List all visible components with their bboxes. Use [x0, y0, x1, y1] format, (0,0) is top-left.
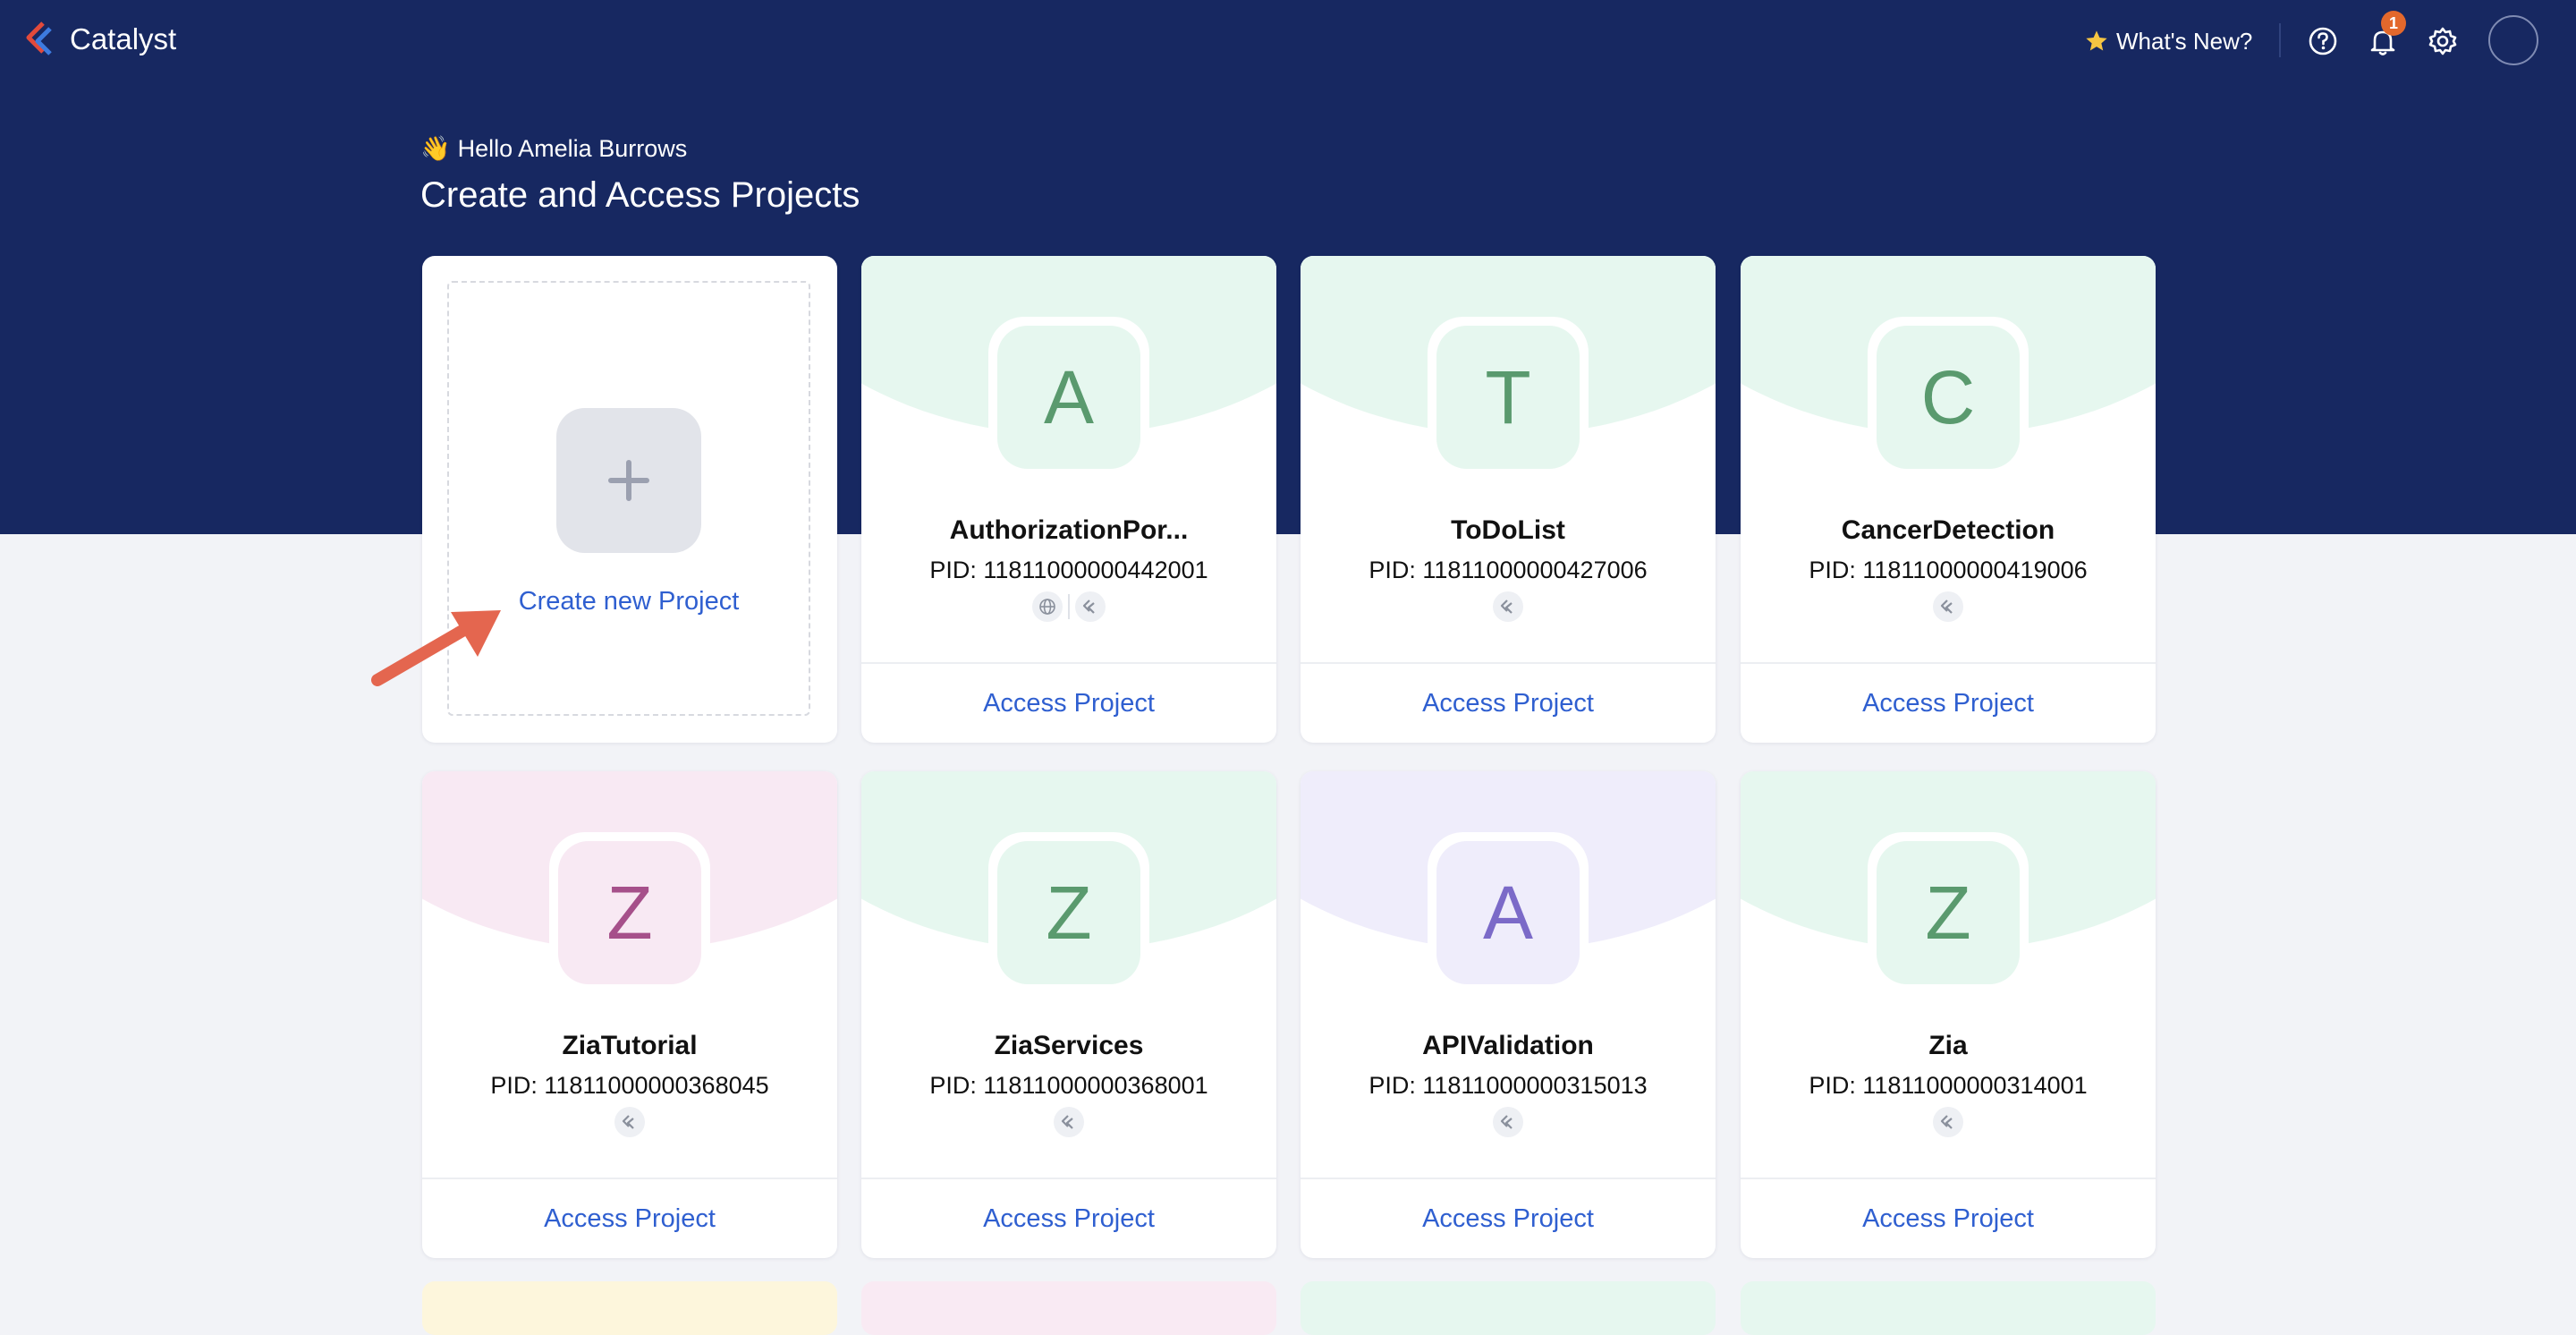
catalyst-icon [1933, 591, 1963, 622]
access-project-link[interactable]: Access Project [544, 1204, 716, 1234]
project-pid: PID: 11811000000368001 [929, 1072, 1208, 1099]
project-name: APIValidation [1422, 1031, 1594, 1060]
project-initial: Z [997, 841, 1140, 984]
project-pid: PID: 11811000000368045 [490, 1072, 769, 1099]
project-initial: T [1436, 326, 1580, 469]
access-project-link[interactable]: Access Project [983, 1204, 1155, 1234]
badge-divider [1068, 594, 1070, 619]
project-card-partial[interactable] [1741, 1281, 2156, 1335]
card-footer: Access Project [1741, 1178, 2156, 1258]
avatar[interactable] [2488, 15, 2538, 65]
star-icon [2086, 30, 2107, 51]
greeting-text: Hello Amelia Burrows [457, 135, 688, 162]
project-card: Z Zia PID: 11811000000314001 Access Proj… [1741, 771, 2156, 1258]
project-service-badges [1301, 589, 1716, 625]
project-service-badges [1301, 1104, 1716, 1140]
project-card: C CancerDetection PID: 11811000000419006… [1741, 256, 2156, 743]
project-initial: C [1877, 326, 2020, 469]
page-title: Create and Access Projects [420, 175, 860, 215]
project-name: CancerDetection [1841, 515, 2055, 545]
card-footer: Access Project [861, 1178, 1276, 1258]
project-name: Zia [1928, 1031, 1968, 1060]
greeting: 👋 Hello Amelia Burrows [420, 131, 687, 166]
project-name: AuthorizationPor... [949, 515, 1189, 545]
project-card-partial[interactable] [422, 1281, 837, 1335]
project-pid: PID: 11811000000419006 [1809, 557, 2088, 583]
catalyst-icon [614, 1107, 645, 1137]
project-avatar-tile: A [988, 317, 1149, 478]
project-card-partial[interactable] [861, 1281, 1276, 1335]
project-card: T ToDoList PID: 11811000000427006 Access… [1301, 256, 1716, 743]
project-initial: A [997, 326, 1140, 469]
project-card: Z ZiaServices PID: 11811000000368001 Acc… [861, 771, 1276, 1258]
project-service-badges [1741, 1104, 2156, 1140]
project-card-partial[interactable] [1301, 1281, 1716, 1335]
project-pid: PID: 11811000000315013 [1368, 1072, 1648, 1099]
project-initial: Z [558, 841, 701, 984]
notification-badge: 1 [2381, 11, 2406, 36]
project-name: ToDoList [1451, 515, 1565, 545]
topbar-divider [2279, 23, 2281, 57]
gear-icon[interactable] [2426, 24, 2460, 58]
globe-icon [1032, 591, 1063, 622]
card-footer: Access Project [861, 662, 1276, 743]
project-card: Z ZiaTutorial PID: 11811000000368045 Acc… [422, 771, 837, 1258]
annotation-arrow-icon [371, 610, 501, 686]
catalyst-icon [1493, 591, 1523, 622]
access-project-link[interactable]: Access Project [983, 689, 1155, 719]
catalyst-icon [1933, 1107, 1963, 1137]
project-initial: A [1436, 841, 1580, 984]
brand-name: Catalyst [70, 22, 177, 55]
project-service-badges [422, 1104, 837, 1140]
project-pid: PID: 11811000000442001 [929, 557, 1208, 583]
card-footer: Access Project [1301, 1178, 1716, 1258]
project-avatar-tile: Z [1868, 832, 2029, 993]
project-name: ZiaServices [994, 1031, 1144, 1060]
plus-icon [608, 460, 649, 501]
project-card: A APIValidation PID: 11811000000315013 A… [1301, 771, 1716, 1258]
catalyst-icon [1075, 591, 1106, 622]
project-pid: PID: 11811000000427006 [1368, 557, 1648, 583]
access-project-link[interactable]: Access Project [1422, 1204, 1594, 1234]
access-project-link[interactable]: Access Project [1862, 689, 2034, 719]
project-avatar-tile: A [1428, 832, 1589, 993]
project-pid: PID: 11811000000314001 [1809, 1072, 2088, 1099]
project-avatar-tile: T [1428, 317, 1589, 478]
top-bar: Catalyst What's New? 1 [0, 0, 2576, 81]
card-footer: Access Project [422, 1178, 837, 1258]
project-service-badges [1741, 589, 2156, 625]
catalyst-icon [1493, 1107, 1523, 1137]
project-name: ZiaTutorial [562, 1031, 698, 1060]
whats-new-label: What's New? [2116, 27, 2253, 55]
access-project-link[interactable]: Access Project [1862, 1204, 2034, 1234]
catalyst-logo-icon[interactable] [23, 20, 63, 61]
waving-hand-icon: 👋 [420, 135, 451, 162]
plus-tile[interactable] [556, 408, 701, 553]
whats-new-button[interactable]: What's New? [2084, 23, 2252, 59]
help-icon[interactable] [2306, 24, 2340, 58]
project-service-badges [861, 589, 1276, 625]
card-footer: Access Project [1301, 662, 1716, 743]
project-avatar-tile: Z [988, 832, 1149, 993]
card-footer: Access Project [1741, 662, 2156, 743]
project-avatar-tile: Z [549, 832, 710, 993]
project-service-badges [861, 1104, 1276, 1140]
project-initial: Z [1877, 841, 2020, 984]
catalyst-icon [1054, 1107, 1084, 1137]
project-avatar-tile: C [1868, 317, 2029, 478]
project-card: A AuthorizationPor... PID: 1181100000044… [861, 256, 1276, 743]
access-project-link[interactable]: Access Project [1422, 689, 1594, 719]
